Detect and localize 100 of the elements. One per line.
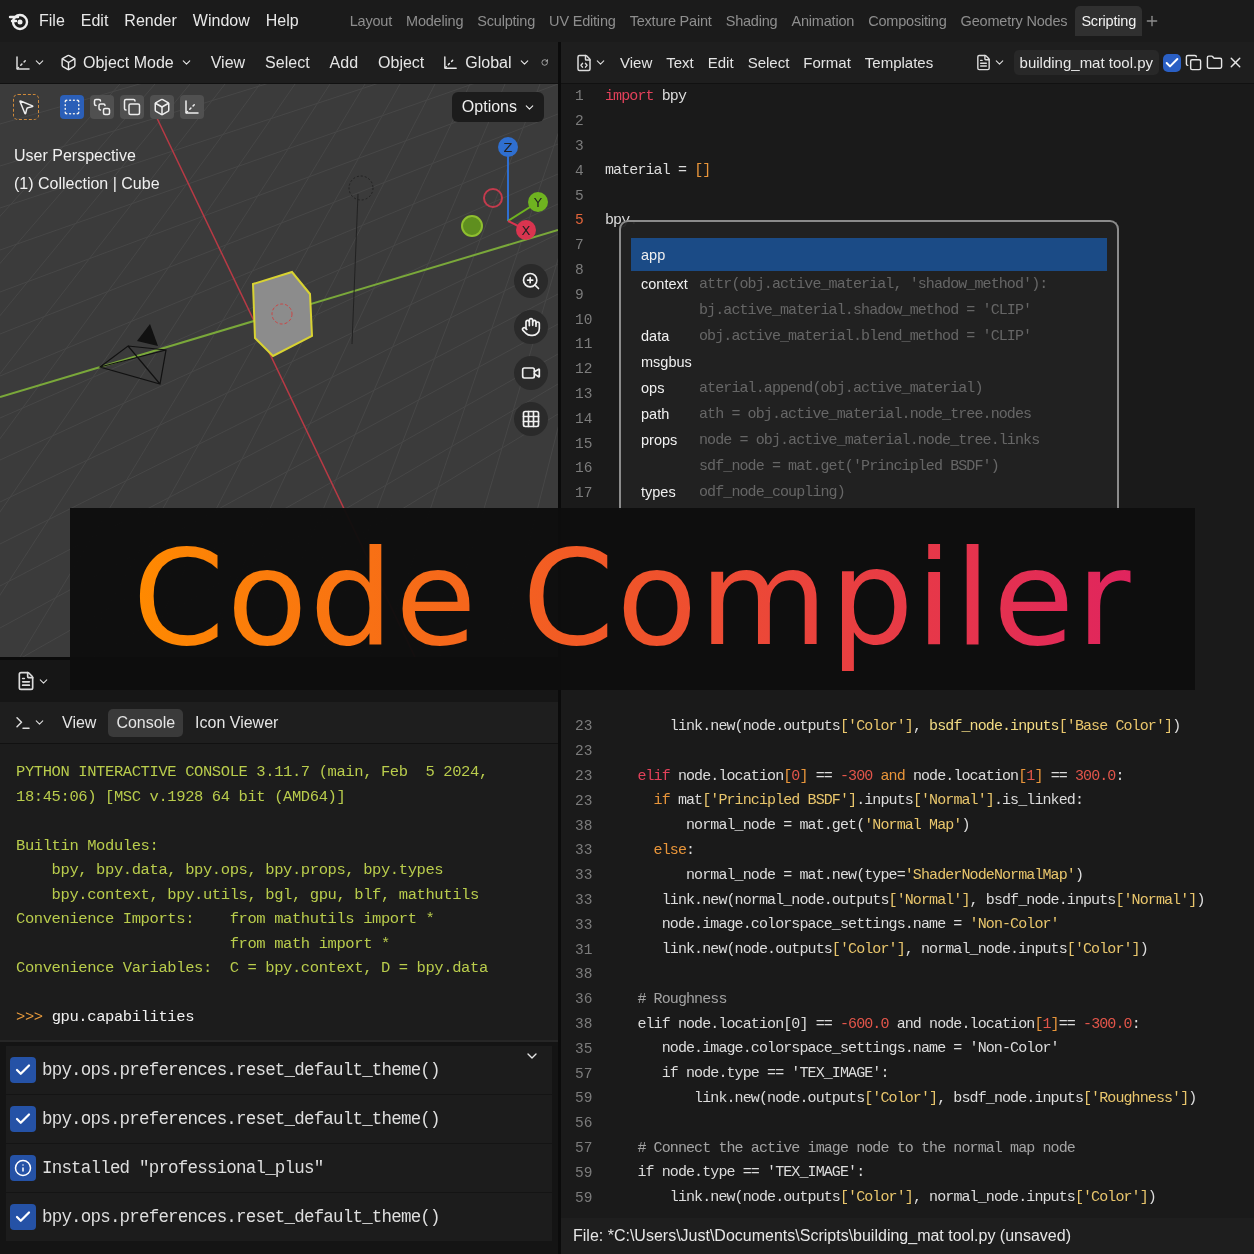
viewport-info-text: User Perspective <box>14 146 136 166</box>
mode-dropdown[interactable]: Object Mode <box>54 49 199 76</box>
faded-code-text: odf_node_coupling) <box>699 483 846 501</box>
menu-item[interactable]: Render <box>117 8 184 34</box>
line-number: 11 <box>574 336 594 353</box>
console-output-line: Convenience Variables: C = bpy.context, D = bpy.data <box>16 958 489 979</box>
header-menu[interactable]: Templates <box>859 49 939 76</box>
menu-item[interactable]: Help <box>258 8 306 34</box>
line-number: 4 <box>574 162 585 179</box>
header-menu[interactable]: Select <box>742 49 795 76</box>
select-tool-icon[interactable] <box>14 95 38 119</box>
workspace-tab[interactable]: Geometry Nodes <box>954 6 1074 36</box>
line-number: 59 <box>574 1164 594 1181</box>
faded-code-text: sdf_node = mat.get('Principled BSDF') <box>699 457 1000 475</box>
selection-mode-icon[interactable] <box>120 95 144 119</box>
console-output-line: bpy, bpy.data, bpy.ops, bpy.props, bpy.types <box>50 860 445 881</box>
code-line: link.new(node.outputs['Color'], normal_node.inputs['Color']) <box>668 1189 1157 1207</box>
code-line: # Connect the active image node to the normal map node <box>636 1139 1076 1157</box>
viewport-info-text: (1) Collection | Cube <box>14 174 160 194</box>
register-checkbox[interactable] <box>1163 53 1181 72</box>
workspace-tab[interactable]: Modeling <box>400 6 470 36</box>
autocomplete-item[interactable]: path ath = obj.active_material.node_tree.nodes <box>631 401 1107 427</box>
line-number: 36 <box>574 991 594 1008</box>
options-dropdown[interactable]: Options <box>451 92 544 122</box>
copy-icon[interactable] <box>1185 54 1202 71</box>
line-number: 33 <box>574 842 594 859</box>
log-message: bpy.ops.preferences.reset_default_theme() <box>42 1060 440 1080</box>
workspace-tab[interactable]: Layout <box>343 6 398 36</box>
selection-mode-icon[interactable] <box>180 95 204 119</box>
console-output-line: bpy.context, bpy.utils, bgl, gpu, blf, mathutils <box>50 884 480 906</box>
selection-mode-icon[interactable] <box>150 95 174 119</box>
line-number: 57 <box>574 1065 594 1082</box>
code-line: elif node.location[0] == -600.0 and node.location[1]== -300.0: <box>636 1015 1141 1033</box>
gizmo-negative-axis-handle[interactable] <box>483 188 503 208</box>
header-menu[interactable]: View <box>615 49 658 76</box>
code-line: if node.type == 'TEX_IMAGE': <box>636 1164 866 1182</box>
menu-item[interactable]: Window <box>185 8 257 34</box>
workspace-tab[interactable]: Shading <box>719 6 784 36</box>
code-line: if mat['Principled BSDF'].inputs['Normal'].is_linked: <box>652 792 1084 810</box>
line-number: 23 <box>574 743 594 760</box>
faded-code-text: aterial.append(obj.active_material) <box>699 379 984 397</box>
line-number: 3 <box>574 138 585 154</box>
line-number: 12 <box>574 361 594 378</box>
header-menu[interactable]: Edit <box>702 49 739 76</box>
autocomplete-item[interactable]: props node = obj.active_material.node_tree.links <box>631 427 1107 453</box>
console-menu[interactable]: View <box>54 708 105 737</box>
header-menu[interactable]: Format <box>798 49 856 76</box>
workspace-tab[interactable]: Sculpting <box>471 6 542 36</box>
console-menu[interactable]: Console <box>108 708 184 737</box>
status-bar-text: File: *C:\Users\Just\Documents\Scripts\building_mat tool.py (unsaved) <box>561 1218 1254 1254</box>
autocomplete-item[interactable]: context attr(obj.active_material, 'shadow_method'): <box>631 271 1107 297</box>
selection-mode-icon[interactable] <box>60 95 84 119</box>
code-line: material = [] <box>605 162 712 180</box>
code-line: node.image.colorspace_settings.name = 'Non-Color' <box>660 916 1060 934</box>
header-menu[interactable]: Object <box>370 48 433 77</box>
workspace-tab[interactable]: Animation <box>785 6 861 36</box>
code-line: normal_node = mat.get('Normal Map') <box>685 817 971 835</box>
code-line: if node.type == 'TEX_IMAGE': <box>660 1065 890 1083</box>
gizmo-axis-handle[interactable]: Y <box>507 192 548 222</box>
line-number: 23 <box>574 718 594 735</box>
folder-icon[interactable] <box>1206 54 1223 71</box>
menu-item[interactable]: Edit <box>73 8 116 34</box>
workspace-tab[interactable]: UV Editing <box>543 6 622 36</box>
header-menu[interactable]: Select <box>257 48 318 77</box>
line-number: 13 <box>574 385 594 402</box>
code-line: link.new(node.outputs['Color'], bsdf_node.inputs['Base Color']) <box>668 717 1182 735</box>
console-output-line: Builtin Modules: <box>16 835 160 857</box>
autocomplete-item[interactable]: ops aterial.append(obj.active_material) <box>631 375 1107 401</box>
header-menu[interactable]: Add <box>321 48 367 77</box>
console-prompt: >>> <box>16 1007 43 1028</box>
header-menu[interactable]: View <box>202 48 254 77</box>
line-number: 35 <box>574 1040 594 1057</box>
autocomplete-item[interactable]: types odf_node_coupling) <box>631 479 1107 505</box>
orientation-dropdown[interactable]: Global <box>436 49 537 76</box>
workspace-tab[interactable]: Compositing <box>862 6 953 36</box>
line-number: 57 <box>574 1140 594 1156</box>
header-menu[interactable]: Text <box>661 49 699 76</box>
selection-mode-icon[interactable] <box>90 95 114 119</box>
text-name-field[interactable]: building_mat tool.py <box>1013 50 1159 75</box>
line-number: 23 <box>574 768 594 785</box>
line-number: 9 <box>574 286 585 303</box>
code-line: link.new(node.outputs['Color'], normal_node.inputs['Color']) <box>660 941 1149 959</box>
autocomplete-item[interactable]: app <box>631 238 1107 271</box>
faded-code-text: attr(obj.active_material, 'shadow_method'): <box>699 275 1049 293</box>
line-number: 5 <box>574 187 585 204</box>
autocomplete-item[interactable]: data obj.active_material.blend_method = 'CLIP' <box>631 323 1107 349</box>
console-menu[interactable]: Icon Viewer <box>187 708 287 737</box>
faded-code-text: node = obj.active_material.node_tree.links <box>699 431 1041 449</box>
menu-item[interactable]: File <box>32 8 72 34</box>
code-line: else: <box>652 841 696 859</box>
add-workspace-icon[interactable] <box>1144 13 1160 29</box>
console-output-line: PYTHON INTERACTIVE CONSOLE 3.11.7 (main, Feb 5 2024, <box>16 762 489 783</box>
workspace-tab[interactable]: Scripting <box>1075 6 1142 36</box>
axes-icon <box>442 54 460 71</box>
line-number: 2 <box>574 113 585 130</box>
workspace-tab[interactable]: Texture Paint <box>623 6 718 36</box>
line-number: 23 <box>574 792 594 809</box>
line-number: 15 <box>574 435 594 452</box>
line-number: 1 <box>574 88 585 105</box>
autocomplete-item[interactable]: msgbus <box>631 349 1107 375</box>
